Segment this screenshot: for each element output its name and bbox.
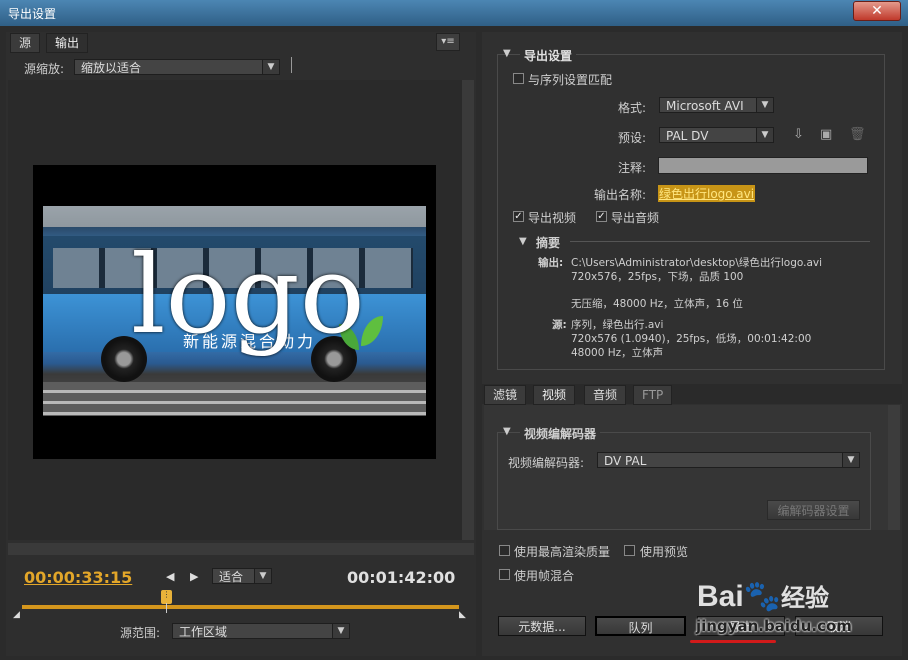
- use-preview-checkbox[interactable]: [624, 545, 635, 556]
- red-underline: [690, 640, 776, 643]
- tab-audio[interactable]: 音频: [584, 385, 627, 405]
- summary-source-audio: 48000 Hz，立体声: [571, 347, 664, 359]
- comment-input[interactable]: [658, 157, 868, 174]
- codec-scrollbar[interactable]: [888, 405, 900, 530]
- source-range-select[interactable]: 工作区域 ▼: [172, 623, 350, 639]
- summary-title: 摘要: [536, 236, 561, 250]
- tab-output[interactable]: 输出: [46, 33, 89, 53]
- tab-filters-label: 滤镜: [493, 388, 518, 402]
- comment-label: 注释:: [618, 161, 647, 175]
- mark-out-icon[interactable]: ▶: [190, 570, 198, 583]
- preview-image: 新能源混合动力 logo: [43, 206, 426, 416]
- duration-timecode: 00:01:42:00: [347, 568, 456, 587]
- collapse-triangle-icon[interactable]: ▼: [503, 48, 511, 59]
- match-sequence-checkbox[interactable]: [513, 73, 524, 84]
- watermark-brand2-text: 经验: [781, 585, 830, 612]
- preset-value: PAL DV: [666, 129, 709, 143]
- codec-value: DV PAL: [604, 454, 647, 468]
- max-render-quality-checkbox[interactable]: [499, 545, 510, 556]
- chevron-down-icon: ▼: [842, 453, 859, 467]
- source-scale-label: 源缩放:: [24, 62, 65, 76]
- summary-source-name: 序列，绿色出行.avi: [571, 319, 664, 331]
- out-point-marker[interactable]: ◣: [459, 610, 466, 620]
- tab-source[interactable]: 源: [10, 33, 41, 53]
- watermark-url: jingyan.baidu.com: [696, 617, 852, 635]
- format-value: Microsoft AVI: [666, 99, 744, 113]
- tab-source-label: 源: [19, 36, 32, 50]
- format-label: 格式:: [618, 101, 647, 115]
- summary-collapse-icon[interactable]: ▼: [519, 236, 527, 247]
- preview-scrollbar[interactable]: [462, 80, 474, 540]
- frame-blend-checkbox[interactable]: [499, 569, 510, 580]
- source-range-value: 工作区域: [179, 625, 228, 639]
- chevron-down-icon: ▼: [332, 624, 349, 638]
- source-range-label: 源范围:: [120, 626, 161, 640]
- match-sequence-label: 与序列设置匹配: [528, 73, 613, 87]
- frame-blend-label: 使用帧混合: [514, 569, 575, 583]
- export-audio-label: 导出音频: [611, 211, 660, 225]
- source-scale-value: 缩放以适合: [81, 61, 142, 75]
- output-name-link[interactable]: 绿色出行logo.avi: [658, 185, 756, 202]
- summary-output-key: 输出:: [538, 257, 564, 269]
- chevron-down-icon: ▼: [756, 128, 773, 142]
- divider: [291, 57, 292, 73]
- output-name-label: 输出名称:: [594, 188, 647, 202]
- watermark-brand: Bai🐾经验: [697, 578, 829, 614]
- paw-icon: 🐾: [743, 580, 782, 613]
- window-titlebar: [0, 0, 908, 26]
- chevron-down-icon: ▼: [262, 60, 279, 74]
- in-point-marker[interactable]: ◢: [13, 610, 20, 620]
- fit-value: 适合: [219, 570, 244, 584]
- preset-label: 预设:: [618, 131, 647, 145]
- mark-in-icon[interactable]: ◀: [166, 570, 174, 583]
- tab-ftp[interactable]: FTP: [633, 385, 673, 405]
- close-button[interactable]: ✕: [853, 1, 901, 21]
- preview-logo-text: logo: [131, 233, 365, 358]
- use-preview-label: 使用预览: [640, 545, 689, 559]
- codec-settings-button[interactable]: 编解码器设置: [767, 500, 860, 520]
- fit-select[interactable]: 适合 ▼: [212, 568, 272, 584]
- codec-label: 视频编解码器:: [508, 456, 585, 470]
- tab-output-label: 输出: [55, 36, 80, 50]
- max-render-quality-label: 使用最高渲染质量: [514, 545, 611, 559]
- source-scale-select[interactable]: 缩放以适合 ▼: [74, 59, 280, 75]
- chevron-down-icon: ▼: [254, 569, 271, 583]
- tab-audio-label: 音频: [593, 388, 618, 402]
- tab-video[interactable]: 视频: [533, 385, 576, 405]
- summary-output-audio: 无压缩，48000 Hz，立体声，16 位: [571, 298, 743, 310]
- playhead-icon[interactable]: ⋮: [161, 590, 172, 604]
- summary-source-video: 720x576 (1.0940)，25fps，低场，00:01:42:00: [571, 333, 812, 345]
- tab-filters[interactable]: 滤镜: [484, 385, 527, 405]
- codec-select[interactable]: DV PAL ▼: [597, 452, 860, 468]
- summary-output-path: C:\Users\Administrator\desktop\绿色出行logo.…: [571, 257, 823, 269]
- panel-menu-icon[interactable]: ▾≡: [436, 33, 460, 51]
- current-timecode[interactable]: 00:00:33:15: [24, 568, 132, 587]
- export-video-label: 导出视频: [528, 211, 577, 225]
- format-select[interactable]: Microsoft AVI ▼: [659, 97, 774, 113]
- tab-ftp-label: FTP: [642, 388, 664, 402]
- horizontal-scrollbar[interactable]: [8, 543, 474, 555]
- tab-video-label: 视频: [542, 388, 567, 402]
- save-preset-icon[interactable]: ⇩: [793, 127, 804, 142]
- window-title: 导出设置: [8, 7, 57, 21]
- summary-source-key: 源:: [552, 319, 567, 331]
- chevron-down-icon: ▼: [756, 98, 773, 112]
- metadata-button[interactable]: 元数据...: [498, 616, 586, 636]
- timeline-track[interactable]: [22, 605, 459, 609]
- export-audio-checkbox[interactable]: ✓: [596, 211, 607, 222]
- codec-section-title: 视频编解码器: [520, 425, 601, 442]
- delete-preset-icon[interactable]: 🗑: [849, 127, 866, 142]
- preset-select[interactable]: PAL DV ▼: [659, 127, 774, 143]
- export-settings-title: 导出设置: [520, 47, 577, 64]
- queue-button[interactable]: 队列: [595, 616, 686, 636]
- import-preset-icon[interactable]: ▣: [820, 127, 832, 142]
- watermark-brand-text: Bai: [697, 580, 744, 613]
- export-video-checkbox[interactable]: ✓: [513, 211, 524, 222]
- playhead-line: [166, 603, 167, 613]
- summary-divider: [570, 241, 870, 242]
- codec-collapse-icon[interactable]: ▼: [503, 426, 511, 437]
- summary-output-video: 720x576，25fps，下场，品质 100: [571, 271, 744, 283]
